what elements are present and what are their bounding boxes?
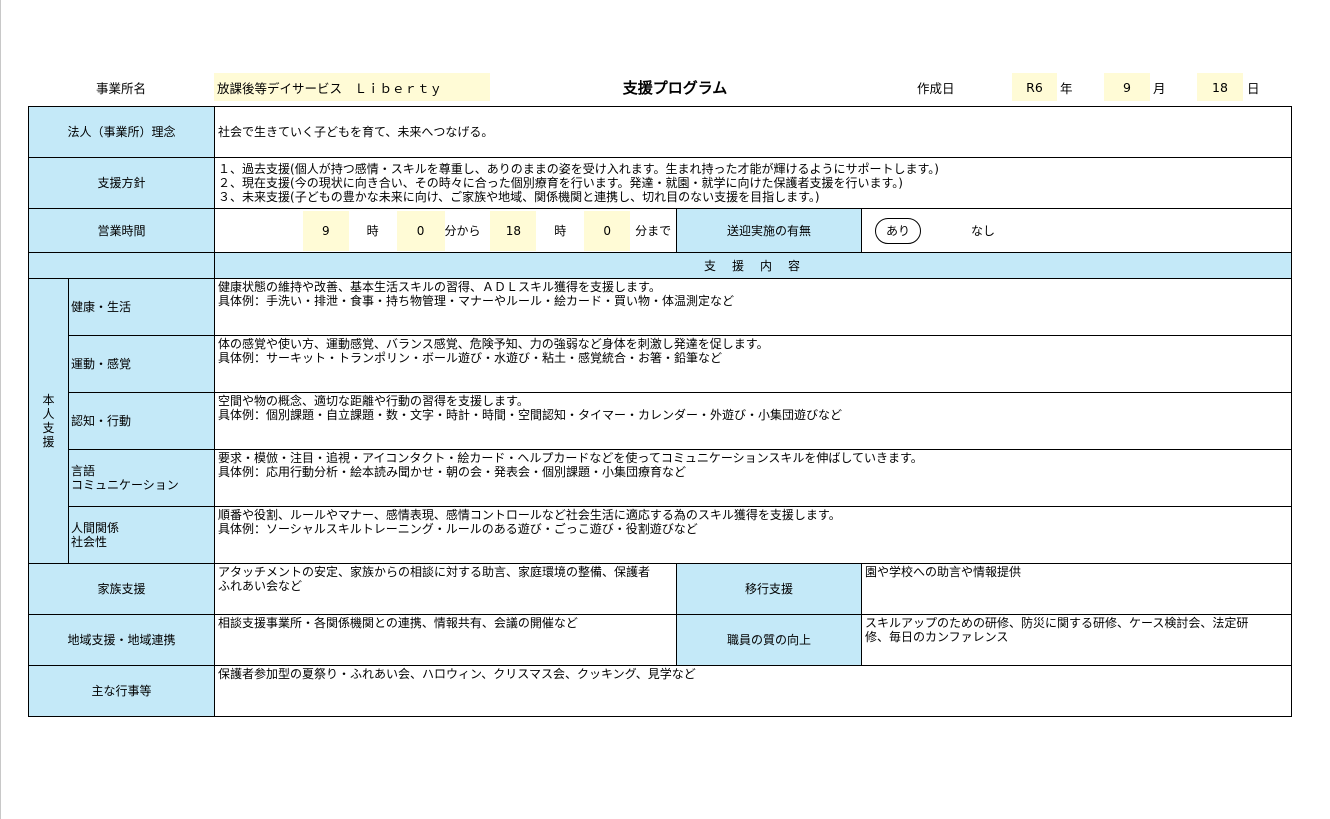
relationships-social-line-2: 具体例：ソーシャルスキルトレーニング・ルールのある遊び・ごっこ遊び・役割遊びなど [218,522,698,536]
philosophy-label: 法人（事業所）理念 [27,106,216,158]
end-hour-unit: 時 [554,223,567,238]
day-value: 18 [1197,73,1243,101]
support-content-header: 支 援 内 容 [214,252,1293,279]
cognition-behavior-line-1: 空間や物の概念、適切な距離や行動の習得を支援します。 [218,394,529,408]
era-year-value: R6 [1012,73,1057,101]
until-label: 分まで [635,223,672,238]
personal-support-label: 本 人 支 援 [28,278,69,564]
policy-line-3: ３、未来支援(子どもの豊かな未来に向け、ご家族や地域、関係機関と連携し、切れ目の… [218,190,820,204]
end-hour-value: 18 [490,210,537,251]
cognition-behavior-text: 空間や物の概念、適切な距離や行動の習得を支援します。 具体例：個別課題・自立課題… [214,392,1293,450]
transport-yes-option: あり [875,217,922,244]
page-edge [0,0,1,819]
philosophy-text: 社会で生きていく子どもを育て、未来へつなげる。 [214,106,1293,158]
events-label: 主な行事等 [27,665,216,717]
staff-quality-text: スキルアップのための研修、防災に関する研修、ケース検討会、法定研 修、毎日のカン… [861,614,1293,666]
personal-support-char-3: 支 [42,421,55,435]
day-unit: 日 [1247,80,1260,96]
language-communication-line-2: 具体例：応用行動分析・絵本読み聞かせ・朝の会・発表会・個別課題・小集団療育など [218,465,687,479]
language-communication-label: 言語 コミュニケーション [67,449,216,507]
transition-support-label: 移行支援 [676,563,863,615]
office-name-value: 放課後等デイサービス Ｌｉｂｅｒｔｙ [214,73,490,101]
family-support-label: 家族支援 [27,563,216,615]
office-name-label: 事業所名 [96,80,147,96]
cognition-behavior-line-2: 具体例：個別課題・自立課題・数・文字・時計・時間・空間認知・タイマー・カレンダー… [218,408,843,422]
motor-sensory-label: 運動・感覚 [67,335,216,393]
hours-cell: 9 時 0 分から 18 時 0 分まで [214,208,678,253]
start-hour-value: 9 [302,210,349,251]
community-support-label: 地域支援・地域連携 [27,614,216,666]
from-label: 分から [444,223,481,238]
transport-label: 送迎実施の有無 [676,208,863,253]
policy-label: 支援方針 [27,157,216,209]
personal-support-char-4: 援 [42,435,55,449]
motor-sensory-line-2: 具体例：サーキット・トランポリン・ボール遊び・水遊び・粘土・感覚統合・お箸・鉛筆… [218,351,723,365]
cognition-behavior-label: 認知・行動 [67,392,216,450]
support-program-table: 法人（事業所）理念 社会で生きていく子どもを育て、未来へつなげる。 支援方針 １… [27,106,1293,717]
hours-label: 営業時間 [27,208,216,253]
personal-support-char-2: 人 [42,407,55,421]
motor-sensory-line-1: 体の感覚や使い方、運動感覚、バランス感覚、危険予知、力の強弱など身体を刺激し発達… [218,337,769,351]
page-title: 支援プログラム [622,78,728,97]
month-unit: 月 [1153,80,1166,96]
relationships-social-line-1: 順番や役割、ルールやマナー、感情表現、感情コントロールなど社会生活に適応する為の… [218,508,841,522]
start-hour-unit: 時 [366,223,379,238]
relationships-social-text: 順番や役割、ルールやマナー、感情表現、感情コントロールなど社会生活に適応する為の… [214,506,1293,564]
health-life-line-2: 具体例：手洗い・排泄・食事・持ち物管理・マナーやルール・絵カード・買い物・体温測… [218,294,735,308]
transition-support-text: 園や学校への助言や情報提供 [861,563,1293,615]
language-label-line-1: 言語 [71,464,96,478]
created-date-label: 作成日 [917,80,955,96]
family-support-line-2: ふれあい会など [218,579,303,593]
events-text: 保護者参加型の夏祭り・ふれあい会、ハロウィン、クリスマス会、クッキング、見学など [214,665,1293,717]
language-communication-text: 要求・模倣・注目・追視・アイコンタクト・絵カード・ヘルプカードなどを使ってコミュ… [214,449,1293,507]
relationships-label-line-1: 人間関係 [71,521,120,535]
health-life-label: 健康・生活 [67,278,216,336]
family-support-text: アタッチメントの安定、家族からの相談に対する助言、家庭環境の整備、保護者 ふれあ… [214,563,678,615]
transport-no-option: なし [971,223,996,238]
personal-support-char-1: 本 [42,393,55,407]
month-value: 9 [1104,73,1150,101]
health-life-text: 健康状態の維持や改善、基本生活スキルの習得、ＡＤＬスキル獲得を支援します。 具体… [214,278,1293,336]
staff-quality-line-1: スキルアップのための研修、防災に関する研修、ケース検討会、法定研 [865,616,1249,630]
transport-cell: あり なし [861,208,1293,253]
policy-line-1: １、過去支援(個人が持つ感情・スキルを尊重し、ありのままの姿を受け入れます。生ま… [218,162,939,176]
year-unit: 年 [1060,80,1073,96]
relationships-social-label: 人間関係 社会性 [67,506,216,564]
support-content-header-spacer [27,252,216,279]
health-life-line-1: 健康状態の維持や改善、基本生活スキルの習得、ＡＤＬスキル獲得を支援します。 [218,280,661,294]
policy-text: １、過去支援(個人が持つ感情・スキルを尊重し、ありのままの姿を受け入れます。生ま… [214,157,1293,209]
community-support-text: 相談支援事業所・各関係機関との連携、情報共有、会議の開催など [214,614,678,666]
relationships-label-line-2: 社会性 [71,535,108,549]
language-communication-line-1: 要求・模倣・注目・追視・アイコンタクト・絵カード・ヘルプカードなどを使ってコミュ… [218,451,923,465]
staff-quality-label: 職員の質の向上 [676,614,863,666]
family-support-line-1: アタッチメントの安定、家族からの相談に対する助言、家庭環境の整備、保護者 [218,565,651,579]
end-minute-value: 0 [584,210,631,251]
start-minute-value: 0 [396,210,445,251]
language-label-line-2: コミュニケーション [71,478,179,492]
motor-sensory-text: 体の感覚や使い方、運動感覚、バランス感覚、危険予知、力の強弱など身体を刺激し発達… [214,335,1293,393]
staff-quality-line-2: 修、毎日のカンファレンス [865,630,1009,644]
policy-line-2: ２、現在支援(今の現状に向き合い、その時々に合った個別療育を行います。発達・就園… [218,176,903,190]
